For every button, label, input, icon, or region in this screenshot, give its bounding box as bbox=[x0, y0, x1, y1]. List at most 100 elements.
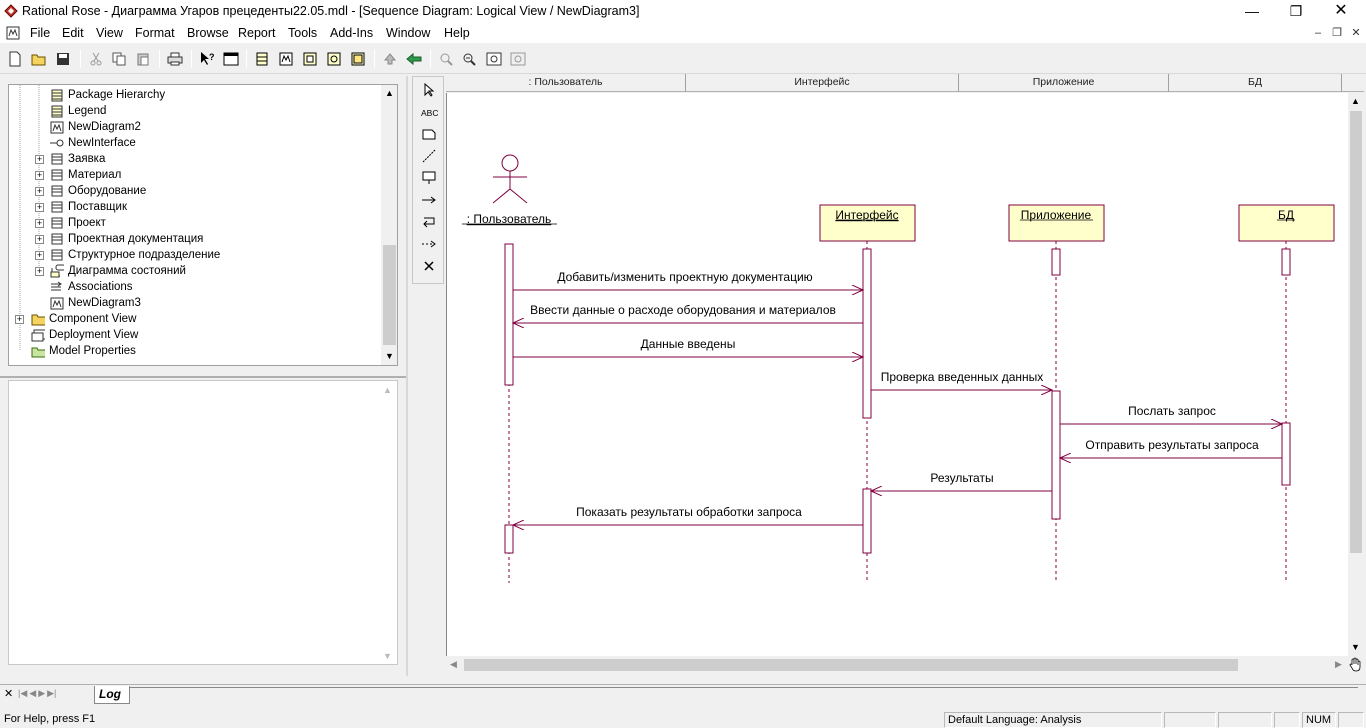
tree-expand-icon[interactable]: + bbox=[35, 203, 44, 212]
mdi-close-button[interactable]: ✕ bbox=[1348, 25, 1364, 41]
class-diagram-button[interactable] bbox=[252, 49, 272, 69]
diagram-hscroll-thumb[interactable] bbox=[464, 659, 1238, 671]
tree-item[interactable]: Legend bbox=[50, 103, 106, 119]
diagram-scroll-left-icon[interactable]: ◀ bbox=[450, 659, 457, 670]
tree-item[interactable]: Package Hierarchy bbox=[50, 87, 165, 103]
copy-button[interactable] bbox=[109, 49, 129, 69]
tree-item[interactable]: Структурное подразделение bbox=[50, 247, 220, 263]
tree-expand-icon[interactable]: + bbox=[35, 267, 44, 276]
tree-expand-icon[interactable]: + bbox=[35, 171, 44, 180]
next-tab-icon[interactable]: ▶ bbox=[38, 688, 45, 703]
diagram-vertical-scrollbar[interactable]: ▲ ▼ bbox=[1348, 93, 1364, 656]
menu-window[interactable]: Window bbox=[386, 26, 430, 40]
undo-fit-button[interactable] bbox=[508, 49, 528, 69]
tab-log[interactable]: Log bbox=[94, 686, 130, 704]
doc-scroll-down-icon[interactable]: ▼ bbox=[383, 651, 392, 661]
deployment-diagram-button[interactable] bbox=[348, 49, 368, 69]
close-button[interactable]: ✕ bbox=[1318, 0, 1364, 23]
tree-expand-icon[interactable]: + bbox=[35, 235, 44, 244]
tree-expand-icon[interactable]: + bbox=[35, 219, 44, 228]
scroll-up-icon[interactable]: ▲ bbox=[385, 88, 394, 98]
mdi-minimize-button[interactable]: – bbox=[1310, 25, 1326, 41]
tree-item[interactable]: NewDiagram2 bbox=[50, 119, 141, 135]
select-tool[interactable] bbox=[417, 80, 441, 100]
menu-tools[interactable]: Tools bbox=[288, 26, 317, 40]
tree-expand-icon[interactable]: + bbox=[35, 155, 44, 164]
minimize-button[interactable]: — bbox=[1229, 0, 1275, 23]
tree-item[interactable]: Материал bbox=[50, 167, 121, 183]
menu-view[interactable]: View bbox=[96, 26, 123, 40]
pan-hand-icon[interactable] bbox=[1348, 656, 1364, 674]
statechart-diagram-button[interactable] bbox=[324, 49, 344, 69]
pane-splitter[interactable] bbox=[0, 376, 406, 378]
doc-scroll-up-icon[interactable]: ▲ bbox=[383, 385, 392, 395]
actor-user[interactable] bbox=[492, 154, 528, 204]
tree-item[interactable]: Deployment View bbox=[31, 327, 138, 343]
save-button[interactable] bbox=[53, 49, 73, 69]
zoom-in-button[interactable] bbox=[436, 49, 456, 69]
menu-edit[interactable]: Edit bbox=[62, 26, 84, 40]
tree-expand-icon[interactable]: + bbox=[35, 187, 44, 196]
log-close-icon[interactable]: ✕ bbox=[4, 687, 13, 700]
tree-item[interactable]: NewDiagram3 bbox=[50, 295, 141, 311]
destruction-marker-tool[interactable] bbox=[417, 256, 441, 276]
tree-item[interactable]: Model Properties bbox=[31, 343, 136, 359]
tree-expand-icon[interactable]: + bbox=[35, 251, 44, 260]
message-tool[interactable] bbox=[417, 190, 441, 210]
tree-item[interactable]: Проект bbox=[50, 215, 106, 231]
fit-in-window-button[interactable] bbox=[484, 49, 504, 69]
browse-parent-button[interactable] bbox=[380, 49, 400, 69]
object-application[interactable]: Приложение bbox=[1008, 204, 1105, 242]
tree-item[interactable]: Заявка bbox=[50, 151, 105, 167]
tree-item[interactable]: Оборудование bbox=[50, 183, 146, 199]
scroll-thumb[interactable] bbox=[383, 245, 396, 345]
tree-item[interactable]: Проектная документация bbox=[50, 231, 203, 247]
tree-item[interactable]: NewInterface bbox=[50, 135, 136, 151]
component-diagram-button[interactable] bbox=[300, 49, 320, 69]
last-tab-icon[interactable]: ▶| bbox=[47, 688, 56, 703]
tree-item[interactable]: Component View bbox=[31, 311, 136, 327]
note-tool[interactable] bbox=[417, 124, 441, 144]
new-button[interactable] bbox=[5, 49, 25, 69]
diagram-scroll-right-icon[interactable]: ▶ bbox=[1335, 659, 1342, 670]
browser-toggle-button[interactable] bbox=[221, 49, 241, 69]
open-button[interactable] bbox=[29, 49, 49, 69]
zoom-out-button[interactable] bbox=[459, 49, 479, 69]
menu-format[interactable]: Format bbox=[135, 26, 175, 40]
tree-item[interactable]: Поставщик bbox=[50, 199, 127, 215]
scroll-down-icon[interactable]: ▼ bbox=[385, 351, 394, 361]
object-tool[interactable] bbox=[417, 168, 441, 188]
tree-item[interactable]: Associations bbox=[50, 279, 133, 295]
first-tab-icon[interactable]: |◀ bbox=[18, 688, 27, 703]
tree-item[interactable]: Диаграмма состояний bbox=[50, 263, 186, 279]
context-help-button[interactable]: ? bbox=[197, 49, 217, 69]
print-button[interactable] bbox=[165, 49, 185, 69]
object-db[interactable]: БД bbox=[1238, 204, 1335, 242]
return-message-tool[interactable] bbox=[417, 234, 441, 254]
menu-report[interactable]: Report bbox=[238, 26, 276, 40]
vertical-splitter[interactable] bbox=[406, 76, 408, 676]
mdi-restore-button[interactable]: ❐ bbox=[1329, 25, 1345, 41]
diagram-scroll-down-icon[interactable]: ▼ bbox=[1351, 642, 1360, 652]
diagram-scroll-up-icon[interactable]: ▲ bbox=[1351, 96, 1360, 106]
diagram-vscroll-thumb[interactable] bbox=[1350, 111, 1362, 553]
anchor-note-tool[interactable] bbox=[417, 146, 441, 166]
restore-button[interactable]: ❐ bbox=[1273, 0, 1319, 23]
tree-expand-icon[interactable]: + bbox=[15, 315, 24, 324]
message-to-self-tool[interactable] bbox=[417, 212, 441, 232]
browser-scrollbar[interactable]: ▲ ▼ bbox=[381, 85, 397, 365]
prev-tab-icon[interactable]: ◀ bbox=[29, 688, 36, 703]
text-tool[interactable]: ABC bbox=[417, 102, 441, 122]
cut-button[interactable] bbox=[86, 49, 106, 69]
browse-previous-button[interactable] bbox=[404, 49, 424, 69]
paste-button[interactable] bbox=[133, 49, 153, 69]
interaction-diagram-button[interactable] bbox=[276, 49, 296, 69]
sequence-diagram-canvas[interactable]: : Пользователь Интерфейс Приложение БД Д… bbox=[446, 93, 1348, 656]
menu-help[interactable]: Help bbox=[444, 26, 470, 40]
menu-add-ins[interactable]: Add-Ins bbox=[330, 26, 373, 40]
menu-file[interactable]: File bbox=[30, 26, 50, 40]
diagram-horizontal-scrollbar[interactable]: ◀ ▶ bbox=[446, 656, 1348, 674]
object-interface[interactable]: Интерфейс bbox=[819, 204, 916, 242]
menu-browse[interactable]: Browse bbox=[187, 26, 229, 40]
documentation-pane[interactable]: ▲ ▼ bbox=[8, 380, 398, 665]
